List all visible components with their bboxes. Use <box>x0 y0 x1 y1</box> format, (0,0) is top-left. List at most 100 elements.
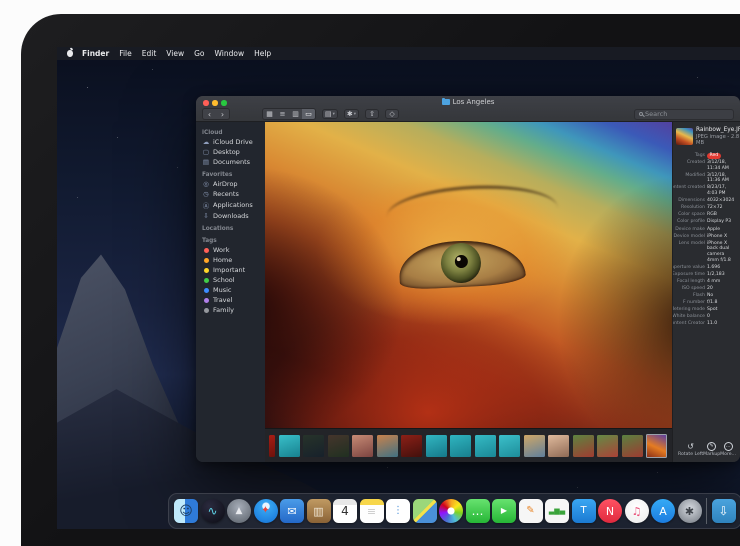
keynote[interactable]: T <box>572 499 596 523</box>
folder-icon <box>442 99 450 105</box>
preview-header: Rainbow_Eye.JPG JPEG image - 2.8 MB <box>676 127 737 146</box>
metadata-label: Exposure time <box>676 272 705 278</box>
menu-item[interactable]: Finder <box>77 49 114 58</box>
photo-thumbnail[interactable] <box>450 435 471 457</box>
photo-thumbnail[interactable] <box>475 435 496 457</box>
pages[interactable]: ✎ <box>519 499 543 523</box>
window-title: Los Angeles <box>196 98 740 106</box>
appstore[interactable]: A <box>651 499 675 523</box>
notes[interactable]: ≡ <box>360 499 384 523</box>
rotate-left-button[interactable]: ↺ Rotate Left <box>678 442 703 458</box>
action-menu-button[interactable]: ✱ ▾ <box>344 109 359 119</box>
facetime[interactable]: ▶ <box>492 499 516 523</box>
photo-thumbnail[interactable] <box>597 435 618 457</box>
markup-button[interactable]: ✎ Markup <box>703 442 720 458</box>
chevron-down-icon: ▾ <box>333 112 335 117</box>
sidebar-item[interactable]: Music <box>196 285 265 295</box>
share-icon: ⇧ <box>369 110 375 118</box>
view-option-button[interactable]: ▭ <box>302 109 315 119</box>
window-titlebar[interactable]: Los Angeles ‹ › ▦≡▥▭ ▤ ▾ ✱ <box>196 96 740 122</box>
forward-button[interactable]: › <box>216 109 229 119</box>
sidebar-item-label: Locations <box>202 226 233 232</box>
photo-thumbnail[interactable] <box>548 435 569 457</box>
photo-thumbnail[interactable] <box>499 435 520 457</box>
sidebar-item[interactable]: Ⓐ Applications <box>196 199 265 211</box>
photo-thumbnail[interactable] <box>524 435 545 457</box>
dock-separator[interactable] <box>706 498 707 524</box>
menu-item[interactable]: Go <box>189 49 209 58</box>
menu-item[interactable]: Window <box>210 49 250 58</box>
action-gear-icon: ✱ <box>347 110 353 118</box>
photo-thumbnail[interactable] <box>269 435 275 457</box>
sidebar-item[interactable]: Home <box>196 255 265 265</box>
messages[interactable]: … <box>466 499 490 523</box>
mail[interactable]: ✉ <box>280 499 304 523</box>
menu-item[interactable]: Edit <box>137 49 162 58</box>
menu-item[interactable]: View <box>161 49 189 58</box>
more-button[interactable]: … More... <box>720 442 736 458</box>
sidebar-item[interactable]: iCloud <box>196 129 265 137</box>
sidebar-item[interactable]: ☁ iCloud Drive <box>196 137 265 147</box>
sidebar-item[interactable]: School <box>196 275 265 285</box>
menu-item[interactable]: File <box>114 49 137 58</box>
sidebar-item-label: iCloud <box>202 130 223 136</box>
quick-action-label: More... <box>720 452 736 457</box>
sidebar-item[interactable]: ◎ AirDrop <box>196 179 265 189</box>
back-button[interactable]: ‹ <box>203 109 216 119</box>
contacts[interactable]: ▥ <box>307 499 331 523</box>
sidebar-item[interactable]: ⇩ Downloads <box>196 211 265 221</box>
view-switcher: ▦≡▥▭ <box>262 108 316 120</box>
itunes[interactable]: ♫ <box>625 499 649 523</box>
apple-menu-icon[interactable] <box>67 50 73 57</box>
sidebar-item[interactable]: Work <box>196 245 265 255</box>
metadata-label: Content created <box>676 185 705 196</box>
siri[interactable]: ∿ <box>201 499 225 523</box>
photo-thumbnail[interactable] <box>573 435 594 457</box>
photo-thumbnail[interactable] <box>377 435 398 457</box>
sidebar-item-label: Family <box>213 306 234 314</box>
numbers[interactable]: ▃▆▄ <box>545 499 569 523</box>
photo-thumbnail[interactable] <box>622 435 643 457</box>
metadata-value: 11.0 <box>707 321 737 327</box>
view-option-button[interactable]: ▥ <box>289 109 302 119</box>
sidebar-item[interactable]: ▤ Documents <box>196 157 265 167</box>
tags-button[interactable]: ◇ <box>385 109 399 119</box>
sidebar-item[interactable]: Locations <box>196 225 265 233</box>
photo-thumbnail[interactable] <box>328 435 349 457</box>
launchpad[interactable]: ▲ <box>227 499 251 523</box>
system-preferences[interactable]: ✱ <box>678 499 702 523</box>
sidebar-item[interactable]: ▢ Desktop <box>196 147 265 157</box>
view-option-button[interactable]: ≡ <box>276 109 289 119</box>
calendar[interactable]: 4 <box>333 499 357 523</box>
group-button[interactable]: ▤ ▾ <box>322 109 338 119</box>
sidebar-item[interactable]: Important <box>196 265 265 275</box>
photo-thumbnail[interactable] <box>426 435 447 457</box>
news[interactable]: N <box>598 499 622 523</box>
photo-thumbnail[interactable] <box>646 434 667 458</box>
gallery-view <box>265 122 672 462</box>
safari[interactable]: ✦ <box>254 499 278 523</box>
sidebar-item[interactable]: Tags <box>196 237 265 245</box>
sidebar-item[interactable]: Favorites <box>196 171 265 179</box>
maps[interactable] <box>413 499 437 523</box>
photo-thumbnail[interactable] <box>303 435 324 457</box>
sidebar-item[interactable]: Travel <box>196 295 265 305</box>
sidebar-item[interactable]: Family <box>196 305 265 315</box>
search-input[interactable] <box>645 110 729 118</box>
metadata-label: Tags <box>676 153 705 159</box>
photo-thumbnail[interactable] <box>352 435 373 457</box>
toolbar: ‹ › ▦≡▥▭ ▤ ▾ ✱ ▾ ⇧ <box>202 108 734 120</box>
photo-thumbnail[interactable] <box>401 435 422 457</box>
search-field[interactable] <box>634 109 734 120</box>
view-option-button[interactable]: ▦ <box>263 109 276 119</box>
reminders[interactable]: ⋮ <box>386 499 410 523</box>
share-button[interactable]: ⇧ <box>365 109 379 119</box>
photos[interactable] <box>439 499 463 523</box>
downloads-folder[interactable]: ⇩ <box>712 499 736 523</box>
sidebar-item-label: School <box>213 276 235 284</box>
photo-thumbnail[interactable] <box>279 435 300 457</box>
menu-item[interactable]: Help <box>249 49 276 58</box>
sidebar-item[interactable]: ◷ Recents <box>196 189 265 199</box>
sidebar-item-label: Important <box>213 266 245 274</box>
finder[interactable]: ☺ <box>174 499 198 523</box>
